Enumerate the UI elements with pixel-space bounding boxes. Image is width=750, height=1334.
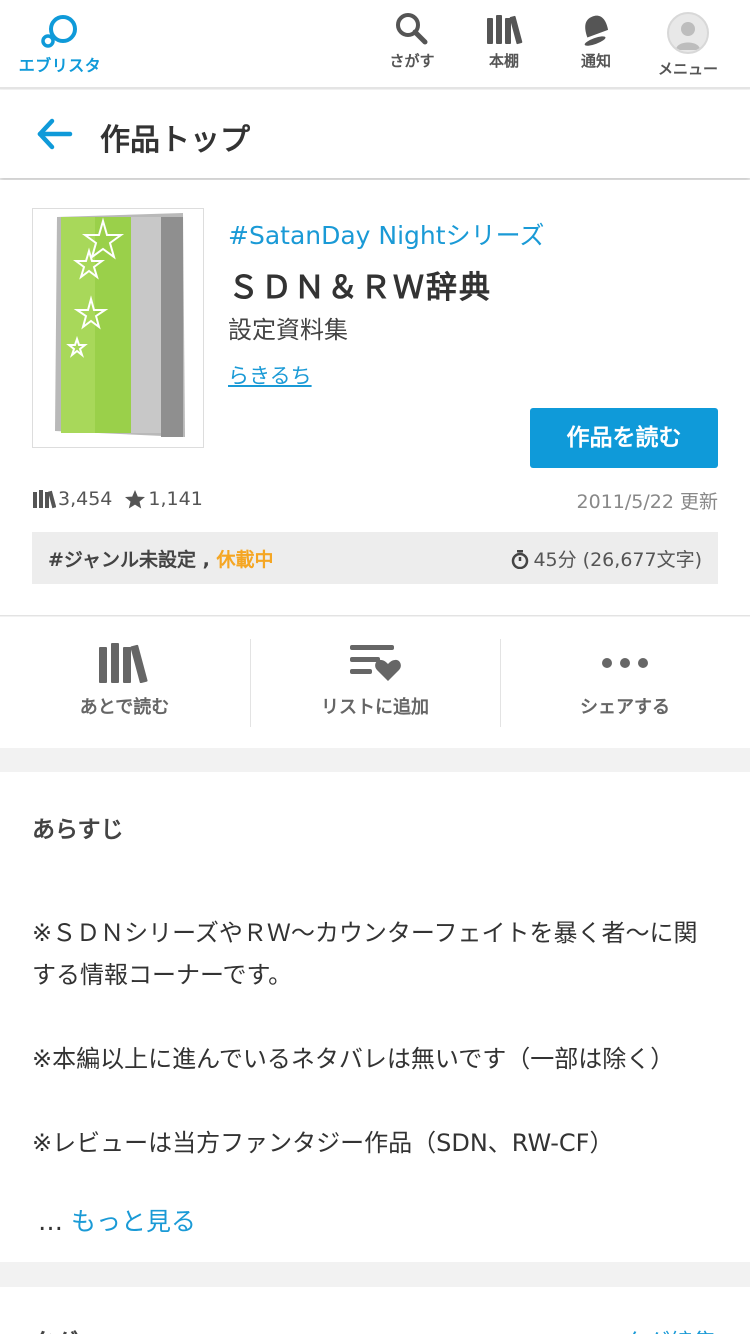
avatar-icon: [667, 12, 709, 54]
nav-notifications[interactable]: 通知: [551, 12, 641, 71]
star-count: 1,141: [148, 488, 203, 510]
add-to-list-label: リストに追加: [321, 697, 429, 718]
share-label: シェアする: [580, 697, 670, 718]
synopsis-section: あらすじ ※ＳＤＮシリーズやＲＷ～カウンターフェイトを暴く者～に関する情報コーナ…: [0, 772, 750, 1262]
tags-section: タグ タグ編集: [0, 1287, 750, 1334]
read-time: 45分 (26,677文字): [511, 545, 702, 572]
synopsis-heading: あらすじ: [32, 817, 124, 843]
read-time-text: 45分 (26,677文字): [533, 549, 702, 571]
book-cover-image: [55, 213, 185, 437]
synopsis-more-row: … もっと見る: [38, 1202, 196, 1238]
back-arrow-icon[interactable]: [36, 114, 76, 154]
genre-link[interactable]: #ジャンル未設定: [48, 549, 196, 571]
global-header: エブリスタ さがす 本棚 通知 メニュー: [0, 0, 750, 89]
work-card: #SatanDay Nightシリーズ ＳＤＮ＆ＲＷ辞典 設定資料集 らきるち …: [0, 180, 750, 616]
bell-icon: [584, 15, 609, 46]
logo-text: エブリスタ: [18, 56, 102, 75]
star-icon: [125, 490, 146, 509]
book-cover[interactable]: [32, 208, 204, 448]
read-work-button[interactable]: 作品を読む: [530, 408, 718, 468]
updated-date: 2011/5/22 更新: [576, 491, 718, 513]
genre-separator: ,: [202, 549, 210, 571]
tags-heading: タグ: [32, 1323, 78, 1334]
nav-search-label: さがす: [389, 52, 435, 70]
stopwatch-icon: [512, 549, 529, 569]
page-title: 作品トップ: [100, 123, 250, 158]
synopsis-text: ※ＳＤＮシリーズやＲＷ～カウンターフェイトを暴く者～に関する情報コーナーです。 …: [32, 912, 718, 1206]
nav-bookshelf[interactable]: 本棚: [459, 12, 549, 71]
genre-info: #ジャンル未設定 , 休載中: [48, 545, 273, 572]
nav-notifications-label: 通知: [580, 52, 611, 70]
show-more-link[interactable]: もっと見る: [71, 1207, 196, 1236]
more-dots-icon: [602, 658, 648, 668]
nav-menu[interactable]: メニュー: [643, 12, 733, 79]
nav-bookshelf-label: 本棚: [488, 52, 519, 70]
status-badge: 休載中: [216, 549, 274, 571]
app-logo[interactable]: エブリスタ: [18, 14, 102, 76]
work-title: ＳＤＮ＆ＲＷ辞典: [228, 270, 492, 306]
read-later-button[interactable]: あとで読む: [0, 639, 249, 727]
author-link[interactable]: らきるち: [228, 360, 312, 390]
work-stats: 3,454 1,141: [32, 486, 203, 512]
add-to-list-button[interactable]: リストに追加: [250, 639, 499, 727]
bookshelf-count-icon: [33, 490, 56, 509]
work-subtitle: 設定資料集: [228, 316, 348, 344]
share-button[interactable]: シェアする: [500, 639, 749, 727]
logo-icon: [41, 15, 77, 48]
nav-search[interactable]: さがす: [367, 12, 457, 71]
action-bar: あとで読む リストに追加 シェアする: [0, 617, 750, 748]
edit-tags-link[interactable]: タグ編集: [624, 1323, 716, 1334]
read-later-label: あとで読む: [79, 697, 170, 718]
ellipsis: …: [38, 1207, 63, 1236]
bookshelf-count: 3,454: [58, 488, 113, 510]
page-header: 作品トップ: [0, 90, 750, 178]
synopsis-paragraph: ※ＳＤＮシリーズやＲＷ～カウンターフェイトを暴く者～に関する情報コーナーです。: [32, 919, 698, 989]
synopsis-paragraph: ※本編以上に進んでいるネタバレは無いです（一部は除く）: [32, 1045, 675, 1073]
bookshelf-icon: [487, 15, 523, 45]
series-link[interactable]: #SatanDay Nightシリーズ: [228, 216, 544, 252]
genre-bar: #ジャンル未設定 , 休載中 45分 (26,677文字): [32, 532, 718, 584]
search-icon: [396, 13, 428, 45]
nav-menu-label: メニュー: [657, 60, 718, 78]
bookshelf-icon: [98, 643, 148, 683]
list-heart-icon: [350, 645, 401, 681]
synopsis-paragraph: ※レビューは当方ファンタジー作品（SDN、RW-CF）: [32, 1129, 614, 1157]
